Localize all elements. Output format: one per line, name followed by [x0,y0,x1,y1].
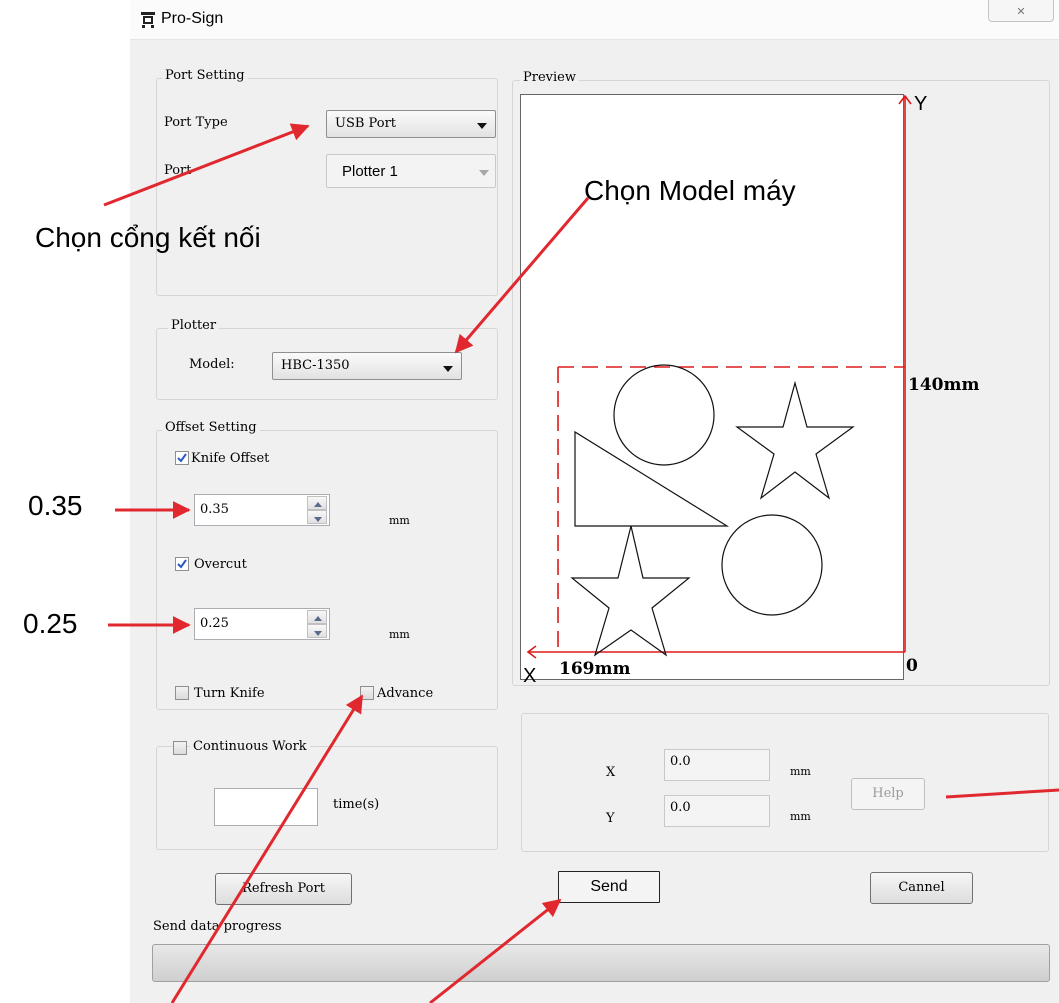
arrow-port-type [103,123,310,207]
arrow-advance [170,694,364,1003]
arrow-send [429,898,562,1003]
annotation-model: Chọn Model máy [584,175,796,206]
annotation-overcut-value: 0.25 [23,608,78,639]
arrow-model [454,197,590,354]
arrow-help [945,788,1059,799]
annotation-arrows [103,123,1059,1003]
annotation-port: Chọn cổng kết nối [35,222,261,253]
annotation-offset-value: 0.35 [28,490,83,521]
